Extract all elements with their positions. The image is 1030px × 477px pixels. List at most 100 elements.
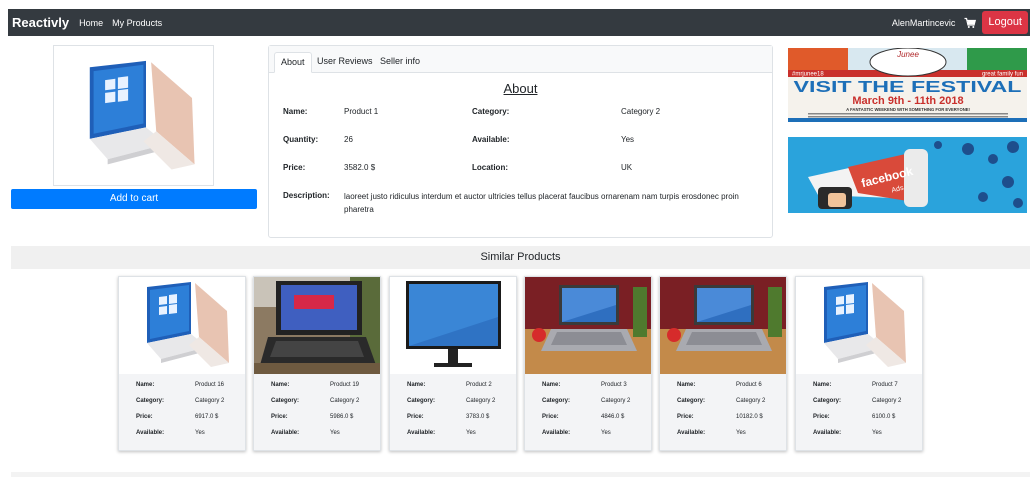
quantity-label: Quantity: <box>283 135 319 144</box>
category-label: Category: <box>271 398 300 404</box>
add-to-cart-button[interactable]: Add to cart <box>11 189 257 209</box>
product-thumbnail <box>119 277 245 374</box>
nav-home-link[interactable]: Home <box>79 18 103 28</box>
product-details: Name: Product 6 Category: Category 2 Pri… <box>660 374 786 450</box>
name-value: Product 3 <box>601 382 627 388</box>
category-value: Category 2 <box>621 107 661 116</box>
price-value: 6100.0 $ <box>872 414 896 420</box>
category-label: Category: <box>407 398 436 404</box>
price-value: 3582.0 $ <box>344 163 376 172</box>
similar-product-card[interactable]: Name: Product 2 Category: Category 2 Pri… <box>389 276 517 451</box>
similar-product-card[interactable]: Name: Product 7 Category: Category 2 Pri… <box>795 276 923 451</box>
facebook-ads-banner[interactable]: facebook Ads <box>788 137 1027 213</box>
name-value: Product 7 <box>872 382 898 388</box>
category-label: Category: <box>542 398 571 404</box>
logout-button[interactable]: Logout <box>982 11 1028 34</box>
name-label: Name: <box>407 382 426 388</box>
location-value: UK <box>621 163 633 172</box>
category-value: Category 2 <box>195 398 225 404</box>
footer-divider <box>11 472 1030 477</box>
festival-ad-banner[interactable]: Junee #mrjunee18 great family fun VISIT … <box>788 48 1027 122</box>
price-label: Price: <box>407 414 424 420</box>
location-label: Location: <box>472 163 508 172</box>
available-label: Available: <box>407 430 436 436</box>
price-value: 4846.0 $ <box>601 414 625 420</box>
name-label: Name: <box>283 107 308 116</box>
tab-about[interactable]: About <box>274 52 312 73</box>
product-thumbnail <box>525 277 651 374</box>
product-details: Name: Product 3 Category: Category 2 Pri… <box>525 374 651 450</box>
price-value: 5986.0 $ <box>330 414 354 420</box>
category-value: Category 2 <box>330 398 360 404</box>
category-label: Category: <box>813 398 842 404</box>
available-value: Yes <box>601 430 611 436</box>
about-heading: About <box>503 81 538 96</box>
brand-logo[interactable]: Reactivly <box>12 15 69 30</box>
price-label: Price: <box>136 414 153 420</box>
available-label: Available: <box>472 135 510 144</box>
name-label: Name: <box>271 382 290 388</box>
name-value: Product 2 <box>466 382 492 388</box>
similar-product-card[interactable]: Name: Product 3 Category: Category 2 Pri… <box>524 276 652 451</box>
cart-icon[interactable] <box>964 17 977 29</box>
available-value: Yes <box>466 430 476 436</box>
name-value: Product 6 <box>736 382 762 388</box>
product-info-card: About User Reviews Seller info About Nam… <box>268 45 773 238</box>
available-value: Yes <box>621 135 635 144</box>
ad-headline: VISIT THE FESTIVAL <box>794 79 1022 96</box>
product-tabs: About User Reviews Seller info <box>269 46 772 73</box>
nav-right-group: AlenMartincevic Logout <box>892 9 1030 36</box>
product-details: Name: Product 19 Category: Category 2 Pr… <box>254 374 380 450</box>
price-label: Price: <box>677 414 694 420</box>
price-value: 3783.0 $ <box>466 414 490 420</box>
product-details: Name: Product 16 Category: Category 2 Pr… <box>119 374 245 450</box>
category-value: Category 2 <box>466 398 496 404</box>
tab-seller-info[interactable]: Seller info <box>374 52 426 73</box>
similar-products-header: Similar Products <box>11 246 1030 269</box>
username-label[interactable]: AlenMartincevic <box>892 18 956 28</box>
price-label: Price: <box>271 414 288 420</box>
top-navbar: Reactivly Home My Products AlenMartincev… <box>8 9 1030 36</box>
name-label: Name: <box>542 382 561 388</box>
available-value: Yes <box>736 430 746 436</box>
available-label: Available: <box>677 430 706 436</box>
similar-product-card[interactable]: Name: Product 16 Category: Category 2 Pr… <box>118 276 246 451</box>
ad-left-tag: #mrjunee18 <box>792 72 824 78</box>
similar-product-card[interactable]: Name: Product 19 Category: Category 2 Pr… <box>253 276 381 451</box>
available-label: Available: <box>271 430 300 436</box>
name-label: Name: <box>813 382 832 388</box>
product-thumbnail <box>390 277 516 374</box>
ad-date: March 9th - 11th 2018 <box>852 95 963 107</box>
name-value: Product 1 <box>344 107 379 116</box>
name-label: Name: <box>677 382 696 388</box>
festival-ad-graphic: Junee #mrjunee18 great family fun VISIT … <box>788 48 1027 122</box>
available-label: Available: <box>813 430 842 436</box>
ad-subtext: A FANTASTIC WEEKEND WITH SOMETHING FOR E… <box>846 107 970 112</box>
category-label: Category: <box>136 398 165 404</box>
product-thumbnail <box>254 277 380 374</box>
available-value: Yes <box>195 430 205 436</box>
quantity-value: 26 <box>344 135 353 144</box>
ad-logo-text: Junee <box>896 50 919 59</box>
category-label: Category: <box>677 398 706 404</box>
product-thumbnail <box>796 277 922 374</box>
category-value: Category 2 <box>601 398 631 404</box>
nav-my-products-link[interactable]: My Products <box>112 18 162 28</box>
price-value: 10182.0 $ <box>736 414 763 420</box>
category-value: Category 2 <box>872 398 902 404</box>
facebook-ads-graphic: facebook Ads <box>788 137 1027 213</box>
product-thumbnail <box>660 277 786 374</box>
price-value: 6917.0 $ <box>195 414 219 420</box>
tab-user-reviews[interactable]: User Reviews <box>311 52 379 73</box>
similar-product-card[interactable]: Name: Product 6 Category: Category 2 Pri… <box>659 276 787 451</box>
available-value: Yes <box>872 430 882 436</box>
name-label: Name: <box>136 382 155 388</box>
price-label: Price: <box>542 414 559 420</box>
category-value: Category 2 <box>736 398 766 404</box>
name-value: Product 16 <box>195 382 225 388</box>
product-details: Name: Product 2 Category: Category 2 Pri… <box>390 374 516 450</box>
product-details: Name: Product 7 Category: Category 2 Pri… <box>796 374 922 450</box>
product-main-image <box>53 45 214 186</box>
available-value: Yes <box>330 430 340 436</box>
available-label: Available: <box>136 430 165 436</box>
